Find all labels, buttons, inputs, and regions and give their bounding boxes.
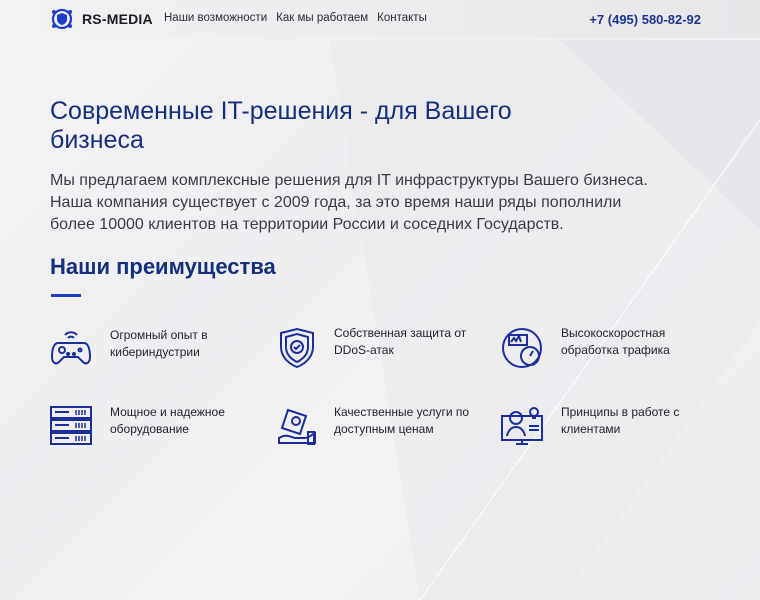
- advantage-label: Огромный опыт в кибериндустрии: [110, 328, 208, 359]
- site-header: RS-MEDIA Наши возможности Как мы работае…: [0, 0, 760, 38]
- price-tag-hand-icon: [278, 408, 316, 445]
- advantage-label: Принципы в работе с клиентами: [561, 405, 680, 436]
- background-decoration: [330, 40, 760, 600]
- nav-contacts[interactable]: Контакты: [377, 12, 427, 24]
- advantage-item: Принципы в работе с клиентами: [501, 405, 721, 446]
- advantage-item: Мощное и надежное оборудование: [50, 405, 270, 446]
- nav-how-we-work[interactable]: Как мы работаем: [276, 12, 368, 24]
- logo[interactable]: RS-MEDIA: [50, 8, 153, 30]
- advantage-item: Качественные услуги по доступным ценам: [278, 405, 498, 446]
- nav-features[interactable]: Наши возможности: [164, 12, 267, 24]
- logo-icon: [51, 8, 73, 30]
- phone-link[interactable]: +7 (495) 580-82-92: [589, 12, 701, 27]
- advantage-label: Качественные услуги по доступным ценам: [334, 405, 470, 436]
- title-underline: [51, 294, 81, 297]
- advantage-item: Собственная защита от DDoS-атак: [278, 326, 498, 369]
- gamepad-icon: [50, 331, 92, 365]
- hero-title: Современные IT-решения - для Вашего бизн…: [50, 97, 512, 154]
- advantage-item: Высокоскоростная обработка трафика: [501, 326, 721, 369]
- advantage-label: Мощное и надежное оборудование: [110, 405, 225, 436]
- advantage-item: Огромный опыт в кибериндустрии: [50, 328, 270, 367]
- server-icon: [50, 406, 92, 445]
- main-nav: Наши возможности Как мы работаем Контакт…: [164, 12, 427, 24]
- advantage-label: Собственная защита от DDoS-атак: [334, 326, 467, 357]
- hero-text: Мы предлагаем комплексные решения для IT…: [50, 172, 648, 233]
- speedometer-icon: [502, 328, 542, 368]
- brand-name: RS-MEDIA: [82, 11, 153, 27]
- advantage-label: Высокоскоростная обработка трафика: [561, 326, 670, 357]
- shield-icon: [280, 327, 314, 369]
- support-agent-icon: [501, 407, 543, 445]
- advantages-title: Наши преимущества: [50, 254, 276, 279]
